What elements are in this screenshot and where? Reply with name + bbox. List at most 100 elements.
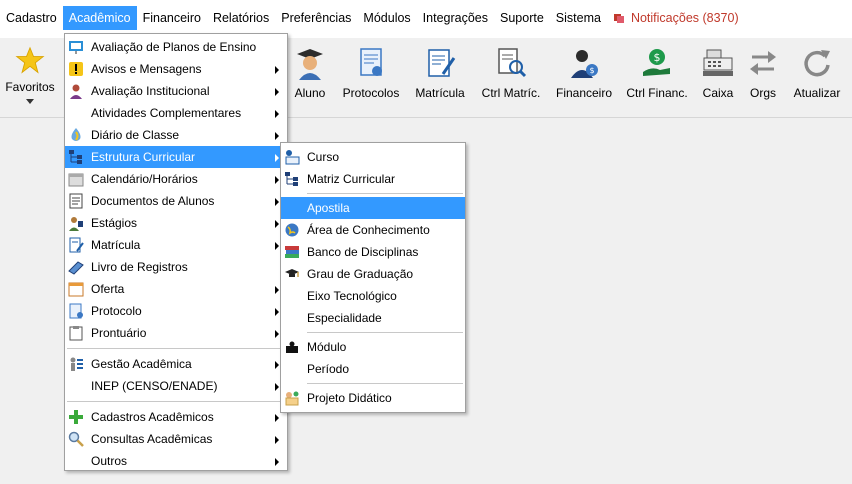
favoritos-button[interactable]: Favoritos: [4, 46, 56, 109]
menu-item-label: Oferta: [91, 282, 125, 296]
menu-item-livro-registros[interactable]: Livro de Registros: [65, 256, 287, 278]
form-edit-icon: [69, 237, 84, 253]
menu-item-avisos-mensagens[interactable]: Avisos e Mensagens: [65, 58, 287, 80]
money-hand-icon: $: [643, 49, 670, 76]
menu-item-inep[interactable]: INEP (CENSO/ENADE): [65, 375, 287, 397]
document-icon: [69, 193, 83, 209]
notifications-link[interactable]: Notificações (8370): [607, 6, 745, 30]
menu-separator: [67, 348, 285, 349]
caixa-button[interactable]: Caixa: [700, 46, 736, 100]
submenu-item-matriz-curricular[interactable]: Matriz Curricular: [281, 168, 465, 190]
menu-item-label: Área de Conhecimento: [307, 223, 430, 237]
orgs-button[interactable]: Orgs: [746, 46, 780, 100]
menu-item-estrutura-curricular[interactable]: Estrutura Curricular: [65, 146, 287, 168]
student-icon: [297, 49, 323, 80]
menu-relatorios[interactable]: Relatórios: [207, 6, 275, 30]
menu-item-atividades-complementares[interactable]: Atividades Complementares: [65, 102, 287, 124]
menu-item-label: Período: [307, 362, 350, 376]
notification-icon: [613, 14, 624, 23]
menu-item-matricula[interactable]: Matrícula: [65, 234, 287, 256]
submenu-arrow-icon: [275, 176, 279, 184]
submenu-arrow-icon: [275, 383, 279, 391]
protocol-document-icon: [360, 48, 382, 76]
menu-modulos[interactable]: Módulos: [357, 6, 416, 30]
submenu-arrow-icon: [275, 242, 279, 250]
globe-icon: [285, 223, 299, 237]
submenu-item-apostila[interactable]: Apostila: [281, 197, 465, 219]
submenu-item-especialidade[interactable]: Especialidade: [281, 307, 465, 329]
ctrl-financ-button[interactable]: $ Ctrl Financ.: [624, 46, 690, 100]
submenu-item-eixo-tecnologico[interactable]: Eixo Tecnológico: [281, 285, 465, 307]
menu-item-label: Gestão Acadêmica: [91, 357, 192, 371]
svg-text:$: $: [654, 51, 661, 64]
notifications-label: Notificações (8370): [630, 11, 739, 25]
submenu-arrow-icon: [275, 110, 279, 118]
submenu-item-curso[interactable]: Curso: [281, 146, 465, 168]
menu-item-consultas-academicas[interactable]: Consultas Acadêmicas: [65, 428, 287, 450]
submenu-arrow-icon: [275, 361, 279, 369]
management-icon: [70, 357, 83, 371]
menu-item-protocolo[interactable]: Protocolo: [65, 300, 287, 322]
menu-item-calendario-horarios[interactable]: Calendário/Horários: [65, 168, 287, 190]
cash-register-icon: [703, 49, 733, 76]
financeiro-button[interactable]: $ Financeiro: [554, 46, 614, 100]
menu-item-estagios[interactable]: Estágios: [65, 212, 287, 234]
menu-item-label: Documentos de Alunos: [91, 194, 215, 208]
menu-cadastro[interactable]: Cadastro: [0, 6, 63, 30]
books-stack-icon: [285, 246, 299, 258]
menu-item-avaliacao-planos[interactable]: Avaliação de Planos de Ensino: [65, 36, 287, 58]
menu-item-prontuario[interactable]: Prontuário: [65, 322, 287, 344]
menu-separator: [307, 383, 463, 384]
submenu-item-projeto-didatico[interactable]: Projeto Didático: [281, 387, 465, 409]
structure-tree-icon: [69, 150, 82, 164]
submenu-item-periodo[interactable]: Período: [281, 358, 465, 380]
financeiro-label: Financeiro: [555, 86, 613, 100]
svg-text:$: $: [589, 66, 594, 75]
submenu-arrow-icon: [275, 88, 279, 96]
clipboard-icon: [69, 326, 83, 341]
aluno-button[interactable]: Aluno: [290, 46, 330, 100]
submenu-item-grau-graduacao[interactable]: Grau de Graduação: [281, 263, 465, 285]
menu-item-label: Calendário/Horários: [91, 172, 198, 186]
matricula-button[interactable]: Matrícula: [412, 46, 468, 100]
menu-item-gestao-academica[interactable]: Gestão Acadêmica: [65, 353, 287, 375]
menu-item-label: Matrícula: [91, 238, 141, 252]
submenu-item-modulo[interactable]: Módulo: [281, 336, 465, 358]
calendar-icon: [68, 173, 84, 187]
chevron-down-icon: [26, 99, 34, 104]
menu-item-label: Consultas Acadêmicas: [91, 432, 213, 446]
orgs-label: Orgs: [749, 86, 776, 100]
menu-item-outros[interactable]: Outros: [65, 450, 287, 472]
caixa-label: Caixa: [702, 86, 734, 100]
menu-item-oferta[interactable]: Oferta: [65, 278, 287, 300]
submenu-item-area-conhecimento[interactable]: Área de Conhecimento: [281, 219, 465, 241]
menu-item-label: Protocolo: [91, 304, 142, 318]
matricula-label: Matrícula: [415, 86, 465, 100]
warning-icon: [69, 62, 83, 76]
book-icon: [68, 261, 84, 275]
menu-item-label: Eixo Tecnológico: [307, 289, 397, 303]
submenu-arrow-icon: [275, 286, 279, 294]
submenu-arrow-icon: [275, 154, 279, 162]
search-document-icon: [498, 48, 527, 78]
menu-suporte[interactable]: Suporte: [494, 6, 550, 30]
menu-financeiro[interactable]: Financeiro: [137, 6, 207, 30]
menu-item-cadastros-academicos[interactable]: Cadastros Acadêmicos: [65, 406, 287, 428]
menu-preferencias[interactable]: Preferências: [275, 6, 357, 30]
submenu-arrow-icon: [275, 436, 279, 444]
menu-item-label: INEP (CENSO/ENADE): [91, 379, 218, 393]
atualizar-label: Atualizar: [793, 86, 841, 100]
atualizar-button[interactable]: Atualizar: [790, 46, 844, 100]
plus-icon: [69, 410, 83, 424]
menu-item-avaliacao-institucional[interactable]: Avaliação Institucional: [65, 80, 287, 102]
submenu-item-banco-disciplinas[interactable]: Banco de Disciplinas: [281, 241, 465, 263]
menu-item-documentos-alunos[interactable]: Documentos de Alunos: [65, 190, 287, 212]
submenu-arrow-icon: [275, 308, 279, 316]
menu-item-label: Especialidade: [307, 311, 382, 325]
menu-academico[interactable]: Acadêmico: [62, 6, 137, 30]
menu-integracoes[interactable]: Integrações: [417, 6, 494, 30]
protocolos-button[interactable]: Protocolos: [338, 46, 404, 100]
ctrl-matric-button[interactable]: Ctrl Matríc.: [478, 46, 544, 100]
menu-sistema[interactable]: Sistema: [550, 6, 607, 30]
menu-item-diario-classe[interactable]: Diário de Classe: [65, 124, 287, 146]
